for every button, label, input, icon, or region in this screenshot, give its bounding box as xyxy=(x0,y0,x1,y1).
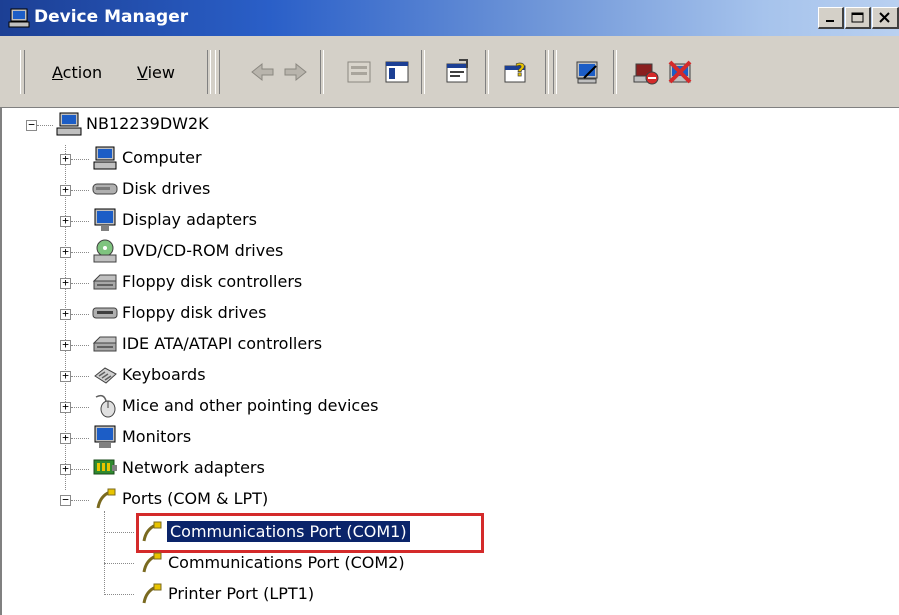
toolbar-separator xyxy=(485,50,489,94)
port-icon xyxy=(96,488,116,509)
monitor-icon xyxy=(94,425,116,448)
tree-line xyxy=(104,594,134,595)
title-bar[interactable]: Device Manager xyxy=(0,0,899,36)
maximize-button[interactable] xyxy=(845,7,871,29)
menu-action-label: ction xyxy=(62,63,103,82)
tree-item-label: Mice and other pointing devices xyxy=(122,396,379,415)
toolbar-separator xyxy=(320,50,324,94)
minimize-icon xyxy=(826,20,834,22)
port-icon xyxy=(142,552,162,573)
annotation-highlight-box xyxy=(136,513,484,553)
tree-item-label: Communications Port (COM2) xyxy=(168,553,405,572)
network-adapter-icon xyxy=(93,459,117,475)
back-arrow-icon[interactable] xyxy=(246,56,278,88)
menu-view-label: iew xyxy=(147,63,175,82)
tree-line xyxy=(71,407,89,408)
uninstall-device-icon[interactable] xyxy=(664,56,696,88)
tree-line xyxy=(71,283,89,284)
device-tree: − NB12239DW2K + Computer + Disk drives + xyxy=(0,108,899,615)
expand-toggle[interactable]: + xyxy=(60,432,71,444)
tree-item-label: Floppy disk controllers xyxy=(122,272,303,291)
device-manager-icon xyxy=(8,8,30,28)
tree-item-label: Network adapters xyxy=(122,458,265,477)
toolbar-separator xyxy=(553,50,557,94)
window-title: Device Manager xyxy=(34,7,189,27)
tree-item-label: Monitors xyxy=(122,427,192,446)
close-button[interactable] xyxy=(872,7,899,29)
expand-toggle[interactable]: + xyxy=(60,401,71,413)
tree-line xyxy=(37,125,53,126)
scan-hardware-icon[interactable] xyxy=(572,56,604,88)
show-hide-console-tree-icon[interactable] xyxy=(381,56,413,88)
minimize-button[interactable] xyxy=(818,7,844,29)
tree-line xyxy=(71,252,89,253)
toolbar-grip[interactable] xyxy=(20,50,25,94)
floppy-drive-icon xyxy=(92,307,118,319)
controller-icon xyxy=(92,274,117,290)
tree-line xyxy=(71,221,89,222)
menu-action[interactable]: Action xyxy=(52,63,102,82)
up-folder-icon[interactable] xyxy=(343,56,375,88)
forward-arrow-icon[interactable] xyxy=(280,56,312,88)
tree-item-label: Disk drives xyxy=(122,179,211,198)
close-icon xyxy=(879,12,890,23)
maximize-icon xyxy=(851,12,864,23)
expand-toggle[interactable]: + xyxy=(60,339,71,351)
tree-line xyxy=(71,314,89,315)
computer-icon xyxy=(56,112,82,136)
toolbar-separator xyxy=(613,50,617,94)
mouse-icon xyxy=(95,394,116,418)
svg-text:?: ? xyxy=(515,60,525,81)
toolbar-grip-2[interactable] xyxy=(215,50,220,94)
tree-line xyxy=(71,500,89,501)
tree-item-label: Floppy disk drives xyxy=(122,303,267,322)
tree-item-label: Computer xyxy=(122,148,202,167)
cdrom-icon xyxy=(93,239,117,263)
toolbar-separator xyxy=(545,50,549,94)
expand-toggle[interactable]: + xyxy=(60,153,71,165)
tree-item-label: Printer Port (LPT1) xyxy=(168,584,315,603)
tree-line xyxy=(104,532,134,533)
tree-line xyxy=(104,563,134,564)
port-icon xyxy=(142,583,162,604)
disk-drive-icon xyxy=(92,183,118,195)
root-collapse-toggle[interactable]: − xyxy=(26,119,37,131)
menu-view-mnemonic: V xyxy=(137,63,148,82)
expand-toggle[interactable]: + xyxy=(60,277,71,289)
tree-line xyxy=(71,190,89,191)
toolbar-separator xyxy=(421,50,425,94)
menu-action-mnemonic: A xyxy=(52,63,63,82)
toolbar: Action View ? xyxy=(0,36,899,108)
tree-line xyxy=(104,511,105,595)
toolbar-separator xyxy=(207,50,211,94)
computer-icon xyxy=(93,146,117,170)
tree-line xyxy=(71,469,89,470)
tree-line xyxy=(71,345,89,346)
help-icon[interactable]: ? xyxy=(500,56,532,88)
expand-toggle[interactable]: + xyxy=(60,246,71,258)
menu-view[interactable]: View xyxy=(137,63,175,82)
tree-item-label: Display adapters xyxy=(122,210,258,229)
tree-item-label: DVD/CD-ROM drives xyxy=(122,241,284,260)
monitor-icon xyxy=(94,208,116,231)
tree-line xyxy=(71,438,89,439)
expand-toggle[interactable]: + xyxy=(60,184,71,196)
properties-icon[interactable] xyxy=(441,56,473,88)
expand-toggle[interactable]: + xyxy=(60,370,71,382)
tree-item-label: Keyboards xyxy=(122,365,206,384)
keyboard-icon xyxy=(94,367,117,384)
tree-item-label: Ports (COM & LPT) xyxy=(122,489,269,508)
collapse-toggle[interactable]: − xyxy=(60,494,71,506)
expand-toggle[interactable]: + xyxy=(60,215,71,227)
tree-line xyxy=(71,159,89,160)
tree-line xyxy=(71,376,89,377)
expand-toggle[interactable]: + xyxy=(60,308,71,320)
disable-device-icon[interactable] xyxy=(630,56,662,88)
tree-item-label: IDE ATA/ATAPI controllers xyxy=(122,334,323,353)
expand-toggle[interactable]: + xyxy=(60,463,71,475)
tree-root-label: NB12239DW2K xyxy=(86,114,209,133)
controller-icon xyxy=(92,336,117,352)
